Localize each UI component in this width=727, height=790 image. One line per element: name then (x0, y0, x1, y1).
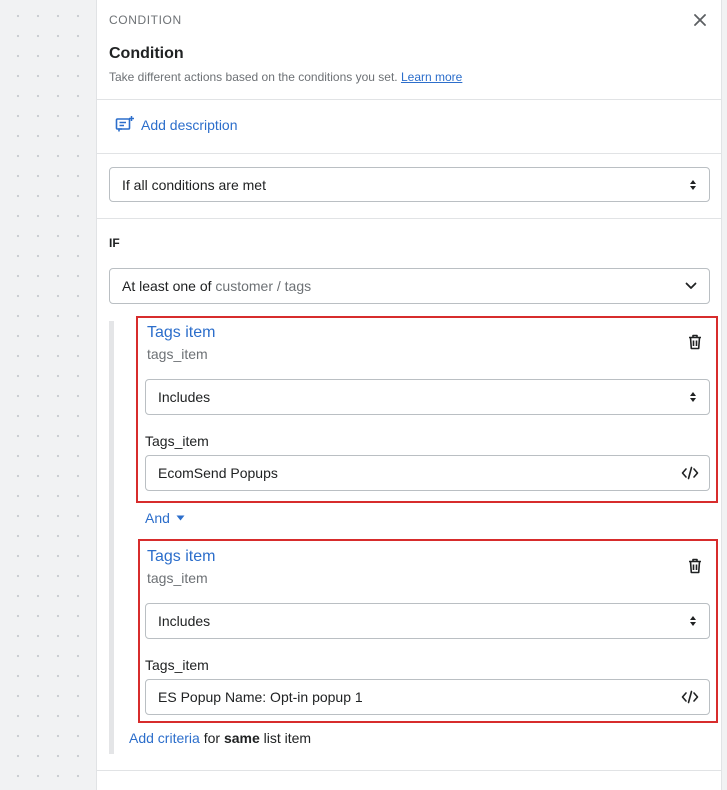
add-description-button[interactable]: Add description (115, 115, 238, 135)
condition-mode-value: If all conditions are met (122, 176, 266, 193)
divider (97, 770, 721, 771)
tags-item-value: ES Popup Name: Opt-in popup 1 (158, 689, 363, 705)
condition-panel: CONDITION Condition Take different actio… (96, 0, 722, 790)
criteria-path: customer / tags (215, 278, 312, 294)
operator-select[interactable]: Includes (145, 603, 710, 639)
item-title: Tags item (147, 324, 216, 341)
add-criteria-text2: list item (263, 730, 312, 746)
tags-item-input[interactable]: EcomSend Popups (145, 455, 710, 491)
insert-variable-button[interactable] (681, 466, 699, 480)
criteria-group-rail (109, 321, 114, 754)
item-subtitle: tags_item (147, 346, 208, 362)
trash-icon (689, 558, 701, 574)
criteria-select[interactable]: At least one of customer / tags (109, 268, 710, 304)
tags-item-value: EcomSend Popups (158, 465, 278, 481)
select-arrows-icon (690, 392, 696, 402)
close-icon (694, 14, 706, 26)
divider (97, 218, 721, 219)
if-label: IF (109, 236, 120, 250)
add-criteria-bold: same (223, 730, 260, 746)
divider (97, 99, 721, 100)
tags-item-field-label: Tags_item (145, 433, 209, 449)
add-criteria-row: Add criteria for same list item (129, 730, 311, 746)
tags-item-input[interactable]: ES Popup Name: Opt-in popup 1 (145, 679, 710, 715)
select-arrows-icon (690, 179, 696, 190)
condition-mode-select[interactable]: If all conditions are met (109, 167, 710, 202)
panel-title: Condition (109, 45, 184, 62)
item-subtitle: tags_item (147, 570, 208, 586)
subtitle-text: Take different actions based on the cond… (109, 70, 398, 84)
add-criteria-text1: for (203, 730, 221, 746)
add-description-label: Add description (141, 117, 238, 133)
caret-down-icon (176, 515, 185, 521)
tags-item-field-label: Tags_item (145, 657, 209, 673)
code-icon (681, 690, 699, 704)
and-operator-dropdown[interactable]: And (145, 510, 185, 526)
panel-header-label: CONDITION (109, 13, 182, 27)
divider (97, 153, 721, 154)
and-label: And (145, 510, 170, 526)
criteria-prefix: At least one of (122, 278, 212, 294)
add-criteria-link[interactable]: Add criteria (129, 730, 200, 746)
trash-icon (689, 334, 701, 350)
chevron-down-icon (685, 282, 697, 289)
learn-more-link[interactable]: Learn more (401, 70, 462, 84)
panel-subtitle: Take different actions based on the cond… (109, 70, 462, 84)
operator-value: Includes (158, 389, 211, 405)
select-arrows-icon (690, 616, 696, 626)
panel-edge (722, 0, 727, 790)
item-title: Tags item (147, 548, 216, 565)
delete-item-button[interactable] (685, 556, 705, 576)
workflow-canvas (0, 0, 97, 790)
insert-variable-button[interactable] (681, 690, 699, 704)
criteria-value: At least one of customer / tags (110, 278, 709, 294)
delete-item-button[interactable] (685, 332, 705, 352)
operator-select[interactable]: Includes (145, 379, 710, 415)
close-button[interactable] (689, 9, 711, 31)
add-note-icon (115, 116, 134, 132)
code-icon (681, 466, 699, 480)
operator-value: Includes (158, 613, 211, 629)
